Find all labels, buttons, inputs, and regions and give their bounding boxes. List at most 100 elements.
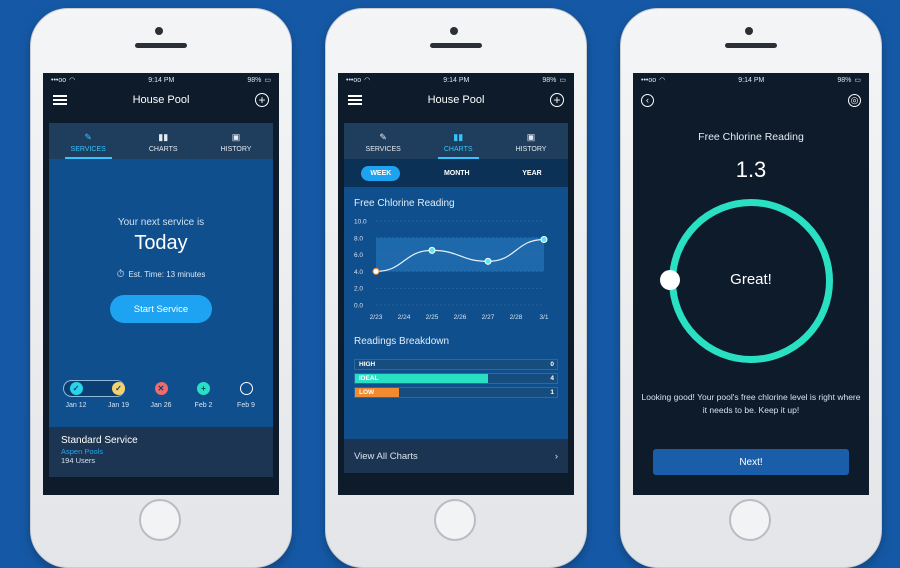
next-service-panel: Your next service is Today ⏱ Est. Time: …: [49, 159, 273, 427]
range-month-button[interactable]: MONTH: [435, 166, 479, 181]
home-button[interactable]: [434, 499, 476, 541]
back-icon[interactable]: ‹: [641, 93, 654, 107]
tab-label: SERVICES: [70, 145, 106, 153]
charts-screen: •••oo ◠ 9:14 PM 98% ▭ House Pool + ✎ SERVI…: [338, 73, 574, 495]
estimated-time-text: Est. Time: 13 minutes: [128, 270, 206, 279]
chart-title: Free Chlorine Reading: [354, 198, 455, 209]
readings-breakdown: HIGH 0 IDEAL 4 LOW 1: [354, 359, 558, 398]
front-camera: [450, 27, 458, 35]
tab-bar: ✎ SERVICES ▮▮ CHARTS ▣ HISTORY: [49, 123, 273, 159]
tab-history[interactable]: ▣ HISTORY: [221, 123, 252, 159]
breakdown-row: HIGH 0: [354, 359, 558, 370]
reading-gauge: Great!: [660, 199, 833, 363]
battery-level: 98%: [837, 76, 852, 84]
start-service-button[interactable]: Start Service: [110, 295, 212, 323]
battery-level: 98%: [542, 76, 557, 84]
earpiece-speaker: [135, 43, 187, 48]
status-time: 9:14 PM: [148, 76, 175, 84]
add-icon[interactable]: +: [255, 93, 269, 107]
range-year-button[interactable]: YEAR: [513, 166, 550, 181]
tab-services[interactable]: ✎ SERVICES: [64, 123, 113, 159]
x-tick-label: 2/27: [482, 314, 495, 321]
view-all-charts-button[interactable]: View All Charts ›: [344, 439, 568, 473]
timeline-item[interactable]: ✓ Jan 19: [104, 377, 134, 409]
service-name: Standard Service: [61, 435, 138, 446]
scheduled-status-icon: [239, 382, 253, 395]
reading-status: Great!: [730, 271, 772, 288]
y-tick-label: 2.0: [354, 286, 363, 293]
bar-chart-icon: ▮▮: [453, 131, 464, 142]
signal-icon: •••oo: [51, 76, 67, 84]
timeline-item[interactable]: + Feb 2: [189, 377, 219, 409]
data-point: [428, 246, 436, 254]
range-selector: WEEK MONTH YEAR: [344, 159, 568, 187]
breakdown-label: HIGH: [359, 361, 376, 368]
range-week-button[interactable]: WEEK: [361, 165, 401, 181]
bar-chart-icon: ▮▮: [158, 131, 169, 142]
battery-icon: ▭: [264, 77, 271, 84]
timeline-date: Jan 12: [65, 402, 87, 409]
services-screen: •••oo ◠ 9:14 PM 98% ▭ House Pool + ✎ SERVI…: [43, 73, 279, 495]
tab-label: HISTORY: [220, 145, 252, 153]
timeline-date: Jan 26: [150, 402, 172, 409]
x-tick-label: 2/23: [370, 314, 383, 321]
signal-icon: •••oo: [346, 76, 362, 84]
tab-charts[interactable]: ▮▮ CHARTS: [149, 123, 178, 159]
status-bar: •••oo ◠ 9:14 PM 98% ▭: [43, 73, 279, 87]
help-icon[interactable]: ◎: [848, 93, 861, 107]
tab-bar: ✎ SERVICES ▮▮ CHARTS ▣ HISTORY: [344, 123, 568, 159]
x-tick-label: 2/26: [454, 314, 467, 321]
tab-label: SERVICES: [365, 145, 401, 153]
page-title: House Pool: [132, 94, 190, 106]
tab-charts[interactable]: ▮▮ CHARTS: [437, 123, 479, 159]
chlorine-line-chart: 10.0 8.0 6.0 4.0 2.0 0.0 2/23 2/24 2/25 2/26 2/27 2…: [354, 219, 549, 322]
reading-message: Looking good! Your pool's free chlorine …: [641, 392, 861, 415]
timeline-item[interactable]: Feb 9: [231, 377, 261, 409]
service-users: 194 Users: [61, 456, 96, 465]
breakdown-row: IDEAL 4: [354, 373, 558, 384]
data-point: [484, 257, 492, 265]
top-bar: House Pool +: [338, 87, 574, 113]
timeline-item[interactable]: ✕ Jan 26: [146, 377, 176, 409]
battery-icon: ▭: [854, 77, 861, 84]
tab-history[interactable]: ▣ HISTORY: [516, 123, 547, 159]
top-bar: ‹ ◎: [633, 87, 869, 113]
breakdown-count: 4: [550, 375, 554, 382]
stopwatch-icon: ⏱: [116, 269, 125, 280]
status-bar: •••oo ◠ 9:14 PM 98% ▭: [633, 73, 869, 87]
wrench-icon: ✎: [379, 131, 387, 142]
menu-icon[interactable]: [348, 95, 362, 105]
wrench-icon: ✎: [84, 131, 92, 142]
tab-services[interactable]: ✎ SERVICES: [366, 123, 401, 159]
service-timeline: ✓ Jan 12 ✓ Jan 19 ✕ Jan 26 + Feb 2 Feb 9: [59, 377, 263, 409]
front-camera: [745, 27, 753, 35]
y-tick-label: 0.0: [354, 303, 363, 310]
earpiece-speaker: [725, 43, 777, 48]
service-company[interactable]: Aspen Pools: [61, 447, 261, 456]
timeline-item[interactable]: ✓ Jan 12: [61, 377, 91, 409]
charts-panel: Free Chlorine Reading 10.0 8.0 6.0 4.0 2.0 0.…: [344, 187, 568, 439]
reading-title: Free Chlorine Reading: [698, 131, 804, 143]
wifi-icon: ◠: [69, 77, 76, 84]
breakdown-count: 0: [550, 361, 554, 368]
tab-label: CHARTS: [443, 145, 473, 153]
complete-status-icon: ✓: [69, 382, 83, 395]
next-service-label: Your next service is: [117, 217, 205, 228]
service-summary[interactable]: Standard Service Aspen Pools 194 Users: [49, 427, 273, 477]
home-button[interactable]: [729, 499, 771, 541]
home-button[interactable]: [139, 499, 181, 541]
upcoming-status-icon: +: [197, 382, 210, 395]
status-time: 9:14 PM: [443, 76, 470, 84]
next-service-value: Today: [134, 232, 188, 254]
menu-icon[interactable]: [53, 95, 67, 105]
next-button[interactable]: Next!: [653, 449, 849, 475]
add-icon[interactable]: +: [550, 93, 564, 107]
chevron-right-icon: ›: [554, 450, 558, 462]
data-point: [372, 267, 380, 275]
page-title: House Pool: [427, 94, 485, 106]
y-tick-label: 10.0: [354, 219, 367, 226]
tab-label: HISTORY: [515, 145, 547, 153]
x-tick-label: 2/25: [426, 314, 439, 321]
x-tick-label: 2/24: [398, 314, 411, 321]
earpiece-speaker: [430, 43, 482, 48]
